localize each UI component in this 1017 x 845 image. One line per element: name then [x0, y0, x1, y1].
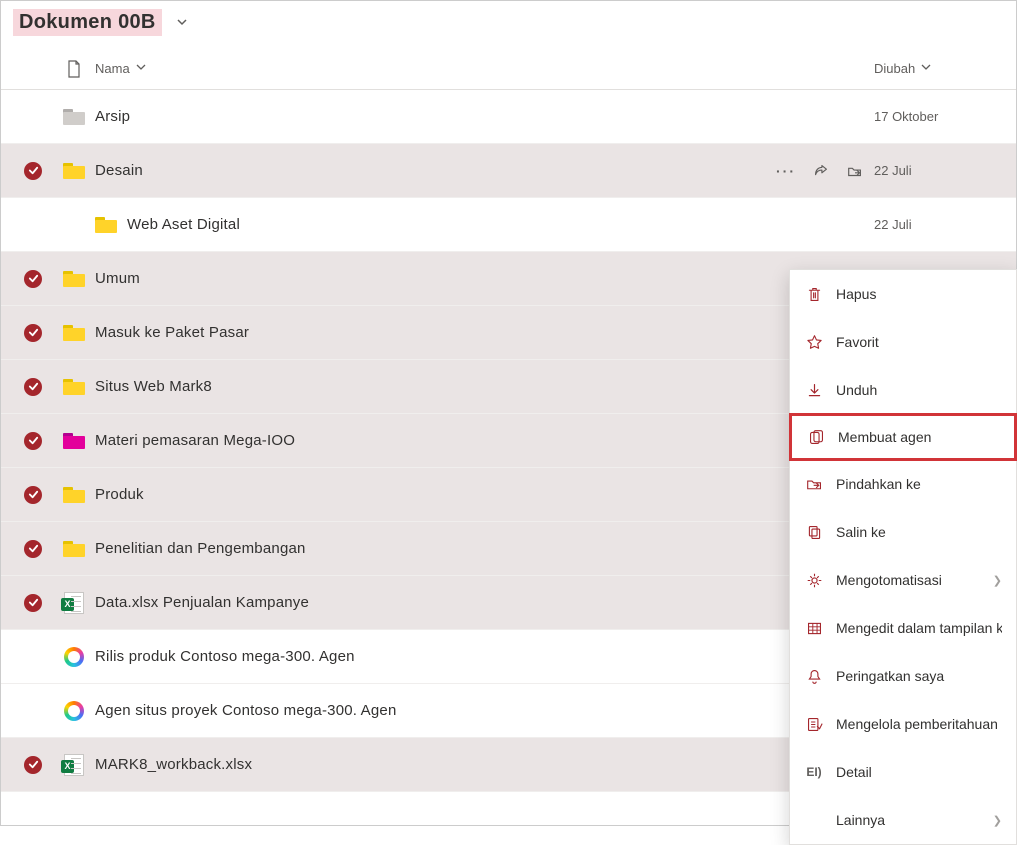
- column-name-label: Nama: [95, 61, 130, 76]
- modified-date: 22 Juli: [874, 217, 912, 232]
- download-icon: [804, 382, 824, 399]
- item-name[interactable]: Data.xlsx Penjualan Kampanye: [95, 594, 309, 611]
- menu-item-hapus[interactable]: Hapus: [790, 270, 1016, 318]
- column-name[interactable]: Nama: [95, 61, 874, 76]
- menu-item-label: Peringatkan saya: [836, 668, 1002, 684]
- trash-icon: [804, 286, 824, 303]
- item-name[interactable]: Web Aset Digital: [127, 216, 240, 233]
- menu-item-pindahkan-ke[interactable]: Pindahkan ke: [790, 460, 1016, 508]
- more-actions-button[interactable]: ···: [776, 163, 796, 179]
- page-title: Dokumen 00B: [13, 9, 162, 36]
- menu-item-label: Salin ke: [836, 524, 1002, 540]
- menu-item-mengelola-pemberitahuan-saya[interactable]: Mengelola pemberitahuan saya: [790, 700, 1016, 748]
- excel-icon: [64, 754, 84, 776]
- share-icon[interactable]: [812, 162, 830, 180]
- item-name[interactable]: Situs Web Mark8: [95, 378, 212, 395]
- column-modified[interactable]: Diubah: [874, 61, 1004, 76]
- selected-checkmark-icon[interactable]: [24, 594, 42, 612]
- folder-icon: [63, 541, 85, 557]
- menu-item-label: Pindahkan ke: [836, 476, 1002, 492]
- detail-icon: EI): [804, 765, 824, 779]
- selected-checkmark-icon[interactable]: [24, 540, 42, 558]
- menu-item-membuat-agen[interactable]: Membuat agen: [789, 413, 1017, 461]
- automate-icon: [804, 572, 824, 589]
- menu-item-mengotomatisasi[interactable]: Mengotomatisasi ❯: [790, 556, 1016, 604]
- modified-date: 22 Juli: [874, 163, 912, 178]
- title-dropdown[interactable]: [176, 15, 188, 31]
- copilot-agent-icon: [64, 647, 84, 667]
- menu-item-label: Hapus: [836, 286, 1002, 302]
- table-row[interactable]: Web Aset Digital 22 Juli: [1, 198, 1016, 252]
- folder-icon: [63, 109, 85, 125]
- selected-checkmark-icon[interactable]: [24, 756, 42, 774]
- agent-ol-icon: [806, 429, 826, 446]
- context-menu: Hapus Favorit Unduh Membuat agen Pindahkan k…: [789, 269, 1017, 845]
- item-name[interactable]: Desain: [95, 162, 143, 179]
- chevron-right-icon: ❯: [993, 814, 1002, 827]
- item-name[interactable]: Penelitian dan Pengembangan: [95, 540, 306, 557]
- folder-icon: [63, 379, 85, 395]
- item-name[interactable]: Materi pemasaran Mega-IOO: [95, 432, 295, 449]
- menu-item-label: Detail: [836, 764, 1002, 780]
- menu-item-detail[interactable]: EI) Detail: [790, 748, 1016, 796]
- chevron-down-icon: [136, 62, 146, 75]
- chevron-down-icon: [921, 62, 931, 75]
- column-header: Nama Diubah: [1, 48, 1016, 90]
- selected-checkmark-icon[interactable]: [24, 378, 42, 396]
- copyto-icon: [804, 524, 824, 541]
- menu-item-favorit[interactable]: Favorit: [790, 318, 1016, 366]
- selected-checkmark-icon[interactable]: [24, 162, 42, 180]
- menu-item-label: Mengedit dalam tampilan kisi: [836, 620, 1002, 636]
- moveto-icon: [804, 476, 824, 493]
- menu-item-mengedit-dalam-tampilan-kisi[interactable]: Mengedit dalam tampilan kisi: [790, 604, 1016, 652]
- folder-icon: [63, 163, 85, 179]
- item-name[interactable]: Produk: [95, 486, 144, 503]
- column-modified-label: Diubah: [874, 61, 915, 76]
- copilot-agent-icon: [64, 701, 84, 721]
- item-name[interactable]: Agen situs proyek Contoso mega-300. Agen: [95, 702, 397, 719]
- star-icon: [804, 334, 824, 351]
- shortcut-icon[interactable]: [846, 162, 864, 180]
- bell-icon: [804, 668, 824, 685]
- menu-item-unduh[interactable]: Unduh: [790, 366, 1016, 414]
- menu-item-label: Favorit: [836, 334, 1002, 350]
- excel-icon: [64, 592, 84, 614]
- menu-item-peringatkan-saya[interactable]: Peringatkan saya: [790, 652, 1016, 700]
- folder-icon: [63, 325, 85, 341]
- chevron-right-icon: ❯: [993, 574, 1002, 587]
- menu-item-label: Mengelola pemberitahuan saya: [836, 716, 1002, 732]
- manage-icon: [804, 716, 824, 733]
- selected-checkmark-icon[interactable]: [24, 324, 42, 342]
- selected-checkmark-icon[interactable]: [24, 486, 42, 504]
- selected-checkmark-icon[interactable]: [24, 432, 42, 450]
- item-name[interactable]: Arsip: [95, 108, 130, 125]
- item-name[interactable]: MARK8_workback.xlsx: [95, 756, 252, 773]
- item-name[interactable]: Masuk ke Paket Pasar: [95, 324, 249, 341]
- folder-icon: [63, 487, 85, 503]
- menu-item-salin-ke[interactable]: Salin ke: [790, 508, 1016, 556]
- table-row[interactable]: Arsip 17 Oktober: [1, 90, 1016, 144]
- menu-item-label: Membuat agen: [838, 429, 1000, 445]
- item-name[interactable]: Umum: [95, 270, 140, 287]
- selected-checkmark-icon[interactable]: [24, 270, 42, 288]
- folder-icon: [95, 217, 117, 233]
- folder-icon: [63, 433, 85, 449]
- menu-item-label: Unduh: [836, 382, 1002, 398]
- file-type-column-icon[interactable]: [53, 60, 95, 78]
- menu-item-label: Mengotomatisasi: [836, 572, 981, 588]
- modified-date: 17 Oktober: [874, 109, 938, 124]
- menu-item-lainnya[interactable]: Lainnya❯: [790, 796, 1016, 844]
- table-row[interactable]: Desain ··· 22 Juli: [1, 144, 1016, 198]
- folder-icon: [63, 271, 85, 287]
- gridedit-icon: [804, 620, 824, 637]
- item-name[interactable]: Rilis produk Contoso mega-300. Agen: [95, 648, 355, 665]
